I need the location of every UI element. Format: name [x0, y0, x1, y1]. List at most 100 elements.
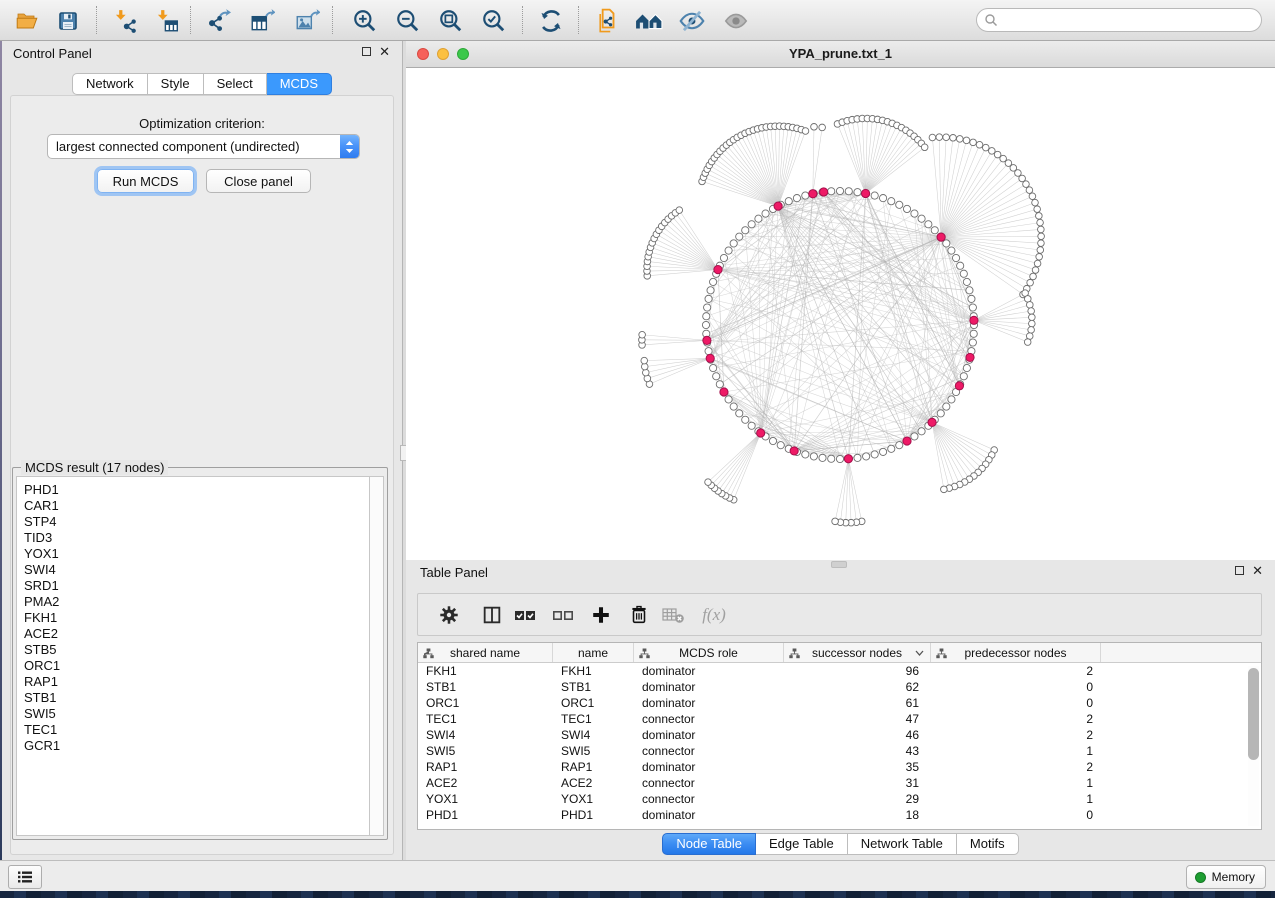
toolbar-separator — [96, 6, 97, 34]
table-row[interactable]: SWI5SWI5connector431 — [418, 743, 1261, 759]
tab-node-table[interactable]: Node Table — [662, 833, 756, 855]
save-session-button[interactable] — [53, 7, 83, 34]
table-row[interactable]: STB1STB1dominator620 — [418, 679, 1261, 695]
tab-mcds[interactable]: MCDS — [267, 73, 332, 95]
import-table-button[interactable] — [152, 7, 182, 34]
mcds-result-item[interactable]: STB5 — [24, 642, 369, 658]
zoom-fit-button[interactable] — [436, 7, 466, 34]
export-table-button[interactable] — [247, 7, 277, 34]
home-button[interactable] — [634, 7, 664, 34]
mcds-result-item[interactable]: RAP1 — [24, 674, 369, 690]
add-column-button[interactable] — [587, 602, 615, 628]
list-icon — [16, 869, 34, 885]
mcds-result-item[interactable]: STP4 — [24, 514, 369, 530]
mcds-result-item[interactable]: ACE2 — [24, 626, 369, 642]
node-table-body: FKH1FKH1dominator962STB1STB1dominator620… — [418, 663, 1261, 823]
mcds-result-item[interactable]: YOX1 — [24, 546, 369, 562]
import-network-button[interactable] — [110, 7, 140, 34]
memory-button[interactable]: Memory — [1186, 865, 1266, 889]
table-cell: 29 — [784, 792, 931, 806]
table-cell: YOX1 — [553, 792, 634, 806]
table-panel-grip-icon[interactable] — [831, 561, 847, 568]
zoom-selected-button[interactable] — [479, 7, 509, 34]
table-cell: dominator — [634, 696, 784, 710]
mcds-result-item[interactable]: PMA2 — [24, 594, 369, 610]
column-header-name[interactable]: name — [553, 643, 634, 662]
mcds-result-item[interactable]: TEC1 — [24, 722, 369, 738]
function-builder-button[interactable]: f(x) — [696, 602, 732, 628]
run-mcds-button[interactable]: Run MCDS — [97, 169, 194, 193]
mcds-result-item[interactable]: GCR1 — [24, 738, 369, 754]
export-network-button[interactable] — [203, 7, 233, 34]
refresh-view-button[interactable] — [536, 7, 566, 34]
table-scrollbar[interactable] — [1248, 666, 1259, 826]
mcds-result-item[interactable]: SWI4 — [24, 562, 369, 578]
table-row[interactable]: ORC1ORC1dominator610 — [418, 695, 1261, 711]
eye-slash-icon — [678, 8, 706, 34]
search-input[interactable] — [1002, 10, 1261, 30]
table-row[interactable]: FKH1FKH1dominator962 — [418, 663, 1261, 679]
table-cell: ORC1 — [553, 696, 634, 710]
mcds-result-item[interactable]: FKH1 — [24, 610, 369, 626]
close-panel-button[interactable]: Close panel — [206, 169, 311, 193]
column-header-mcds-role[interactable]: MCDS role — [634, 643, 784, 662]
zoom-selected-icon — [481, 8, 507, 34]
column-header-predecessor-nodes[interactable]: predecessor nodes — [931, 643, 1101, 662]
select-all-icon — [513, 605, 537, 625]
show-graphics-details-button[interactable] — [721, 7, 751, 34]
column-header-successor-nodes[interactable]: successor nodes — [784, 643, 931, 662]
table-row[interactable]: RAP1RAP1dominator352 — [418, 759, 1261, 775]
network-canvas[interactable] — [406, 68, 1275, 560]
tab-style[interactable]: Style — [148, 73, 204, 95]
float-panel-icon[interactable] — [362, 47, 371, 56]
column-header-shared-name[interactable]: shared name — [418, 643, 553, 662]
mcds-result-item[interactable]: CAR1 — [24, 498, 369, 514]
table-row[interactable]: PHD1PHD1dominator180 — [418, 807, 1261, 823]
float-table-panel-icon[interactable] — [1235, 566, 1244, 575]
mcds-result-item[interactable]: PHD1 — [24, 482, 369, 498]
select-all-button[interactable] — [511, 602, 539, 628]
tab-network-table[interactable]: Network Table — [848, 833, 957, 855]
deselect-all-button[interactable] — [549, 602, 577, 628]
destroy-table-button[interactable] — [659, 602, 687, 628]
mcds-result-item[interactable]: TID3 — [24, 530, 369, 546]
mcds-result-list[interactable]: PHD1CAR1STP4TID3YOX1SWI4SRD1PMA2FKH1ACE2… — [16, 476, 370, 836]
table-cell: 1 — [931, 792, 1101, 806]
share-document-button[interactable] — [592, 7, 622, 34]
zoom-out-button[interactable] — [393, 7, 423, 34]
mcds-result-item[interactable]: ORC1 — [24, 658, 369, 674]
tab-select[interactable]: Select — [204, 73, 267, 95]
table-cell: PHD1 — [553, 808, 634, 822]
table-row[interactable]: ACE2ACE2connector311 — [418, 775, 1261, 791]
mcds-result-item[interactable]: STB1 — [24, 690, 369, 706]
export-image-button[interactable] — [292, 7, 322, 34]
optimization-criterion-select[interactable]: largest connected component (undirected) — [47, 134, 360, 159]
table-cell: ORC1 — [418, 696, 553, 710]
table-scrollbar-thumb[interactable] — [1248, 668, 1259, 760]
close-table-panel-icon[interactable]: ✕ — [1252, 565, 1263, 576]
table-settings-button[interactable] — [435, 602, 463, 628]
table-cell: 46 — [784, 728, 931, 742]
mcds-result-item[interactable]: SRD1 — [24, 578, 369, 594]
mcds-result-item[interactable]: SWI5 — [24, 706, 369, 722]
tab-edge-table[interactable]: Edge Table — [756, 833, 848, 855]
table-row[interactable]: YOX1YOX1connector291 — [418, 791, 1261, 807]
table-cell: 1 — [931, 744, 1101, 758]
table-panel-title: Table Panel — [420, 565, 488, 580]
toggle-columns-button[interactable] — [478, 602, 506, 628]
zoom-out-icon — [395, 8, 421, 34]
mcds-result-scrollbar[interactable] — [370, 476, 384, 836]
tab-motifs[interactable]: Motifs — [957, 833, 1019, 855]
table-cell: ACE2 — [553, 776, 634, 790]
zoom-in-button[interactable] — [350, 7, 380, 34]
tab-network[interactable]: Network — [72, 73, 148, 95]
home-icon — [635, 8, 663, 34]
delete-column-button[interactable] — [625, 602, 653, 628]
table-cell: STB1 — [553, 680, 634, 694]
hide-graphics-details-button[interactable] — [677, 7, 707, 34]
open-session-button[interactable] — [12, 7, 42, 34]
task-history-button[interactable] — [8, 865, 42, 889]
close-panel-icon[interactable]: ✕ — [379, 46, 390, 57]
table-row[interactable]: TEC1TEC1connector472 — [418, 711, 1261, 727]
table-row[interactable]: SWI4SWI4dominator462 — [418, 727, 1261, 743]
